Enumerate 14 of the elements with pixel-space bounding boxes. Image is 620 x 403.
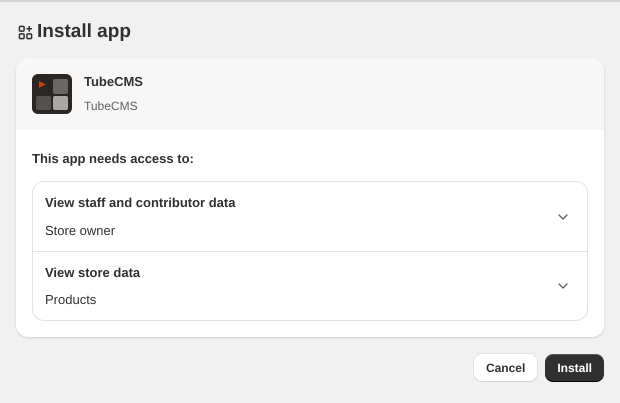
cancel-button[interactable]: Cancel	[474, 354, 538, 381]
app-name: TubeCMS	[84, 72, 143, 91]
permission-row[interactable]: View store data Products	[33, 251, 587, 320]
install-button[interactable]: Install	[545, 354, 604, 381]
app-logo-icon	[32, 74, 72, 114]
permission-title: View staff and contributor data	[45, 194, 236, 212]
permission-row[interactable]: View staff and contributor data Store owner	[33, 182, 587, 251]
access-heading: This app needs access to:	[32, 150, 195, 168]
apps-icon	[18, 24, 33, 40]
permission-title: View store data	[45, 264, 140, 282]
permission-detail: Store owner	[45, 222, 116, 240]
app-developer: TubeCMS	[84, 98, 139, 116]
permission-detail: Products	[45, 291, 98, 309]
page-title: Install app	[37, 20, 131, 44]
